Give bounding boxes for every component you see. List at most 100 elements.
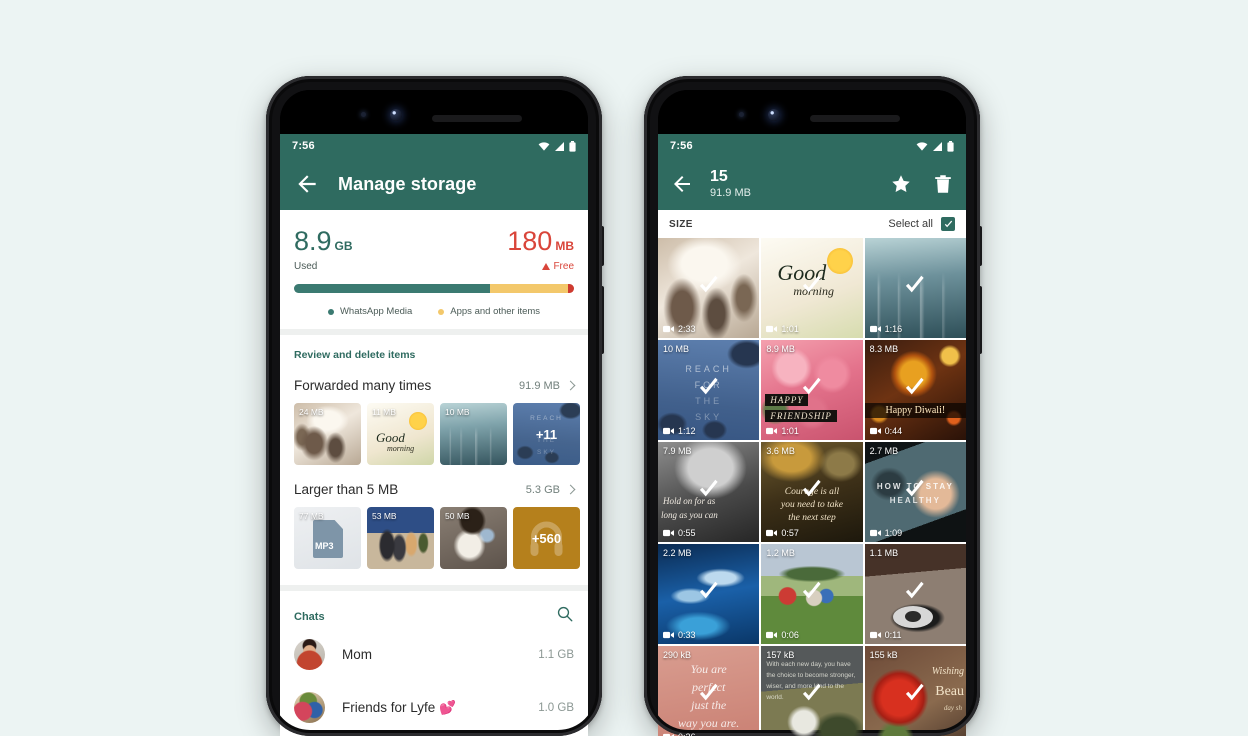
review-header: Review and delete items bbox=[294, 349, 416, 361]
media-duration-row: 1:01 bbox=[766, 426, 799, 436]
media-cell[interactable]: REACH FOR THE SKY 10 MB 1:12 bbox=[658, 340, 760, 440]
sensor-dot-icon bbox=[739, 112, 744, 117]
chats-header: Chats bbox=[294, 605, 574, 628]
media-cell[interactable]: HOW TO STAY HEALTHY 2.7 MB 1:09 bbox=[864, 442, 966, 542]
media-cell[interactable]: Courage is all you need to take the next s… bbox=[761, 442, 863, 542]
search-icon[interactable] bbox=[556, 605, 574, 628]
video-camera-icon bbox=[766, 427, 778, 435]
battery-icon bbox=[569, 140, 576, 152]
front-camera-icon bbox=[768, 109, 780, 121]
media-size: 10 MB bbox=[663, 344, 690, 354]
check-icon bbox=[696, 579, 722, 610]
selection-count: 15 bbox=[710, 168, 728, 186]
media-duration-row: 0:55 bbox=[663, 528, 696, 538]
media-cell[interactable]: Happy Diwali! 8.3 MB 0:44 bbox=[864, 340, 966, 440]
media-cell[interactable]: HAPPY FRIENDSHIP 8.9 MB 1:01 bbox=[761, 340, 863, 440]
legend-dot-icon bbox=[438, 308, 445, 315]
media-cell[interactable]: Wishing Beau day sh 155 kB bbox=[864, 646, 966, 736]
media-cell[interactable]: With each new day, you have the choice t… bbox=[761, 646, 863, 736]
chevron-right-icon bbox=[565, 380, 576, 391]
size-sort-bar: SIZE Select all bbox=[658, 210, 966, 238]
media-cell[interactable]: You are perfect just the way you are. 290 k… bbox=[658, 646, 760, 736]
chat-row-mom[interactable]: Mom 1.1 GB bbox=[294, 628, 574, 681]
media-duration-row: 1:16 bbox=[869, 324, 902, 334]
media-cell[interactable]: 2:33 bbox=[658, 238, 760, 338]
video-camera-icon bbox=[869, 631, 881, 639]
storage-bar-apps bbox=[490, 284, 569, 293]
used-value: 8.9 bbox=[294, 226, 332, 256]
section-size: 5.3 GB bbox=[525, 483, 560, 496]
media-cell[interactable]: Hold on for as long as you can 7.9 MB 0:… bbox=[658, 442, 760, 542]
section-larger-than-5mb[interactable]: Larger than 5 MB 5.3 GB bbox=[294, 482, 576, 497]
media-size: 2.7 MB bbox=[869, 446, 899, 456]
media-duration-row: 0:06 bbox=[766, 630, 799, 640]
media-cell[interactable]: 1.2 MB 0:06 bbox=[761, 544, 863, 644]
thumbnail[interactable]: 10 MB bbox=[440, 403, 507, 465]
phone-right-volume-button[interactable] bbox=[978, 286, 982, 354]
back-arrow-icon[interactable] bbox=[294, 171, 320, 197]
check-icon bbox=[799, 273, 825, 304]
storage-bar-free bbox=[568, 284, 574, 293]
thumbnail-size: 10 MB bbox=[445, 407, 470, 417]
media-duration-row: 1:12 bbox=[663, 426, 696, 436]
status-icon-group bbox=[538, 140, 576, 152]
media-cell[interactable]: 1.1 MB 0:11 bbox=[864, 544, 966, 644]
media-duration-row: 0:44 bbox=[869, 426, 902, 436]
video-camera-icon bbox=[766, 529, 778, 537]
used-label: Used bbox=[294, 261, 318, 272]
video-camera-icon bbox=[663, 325, 674, 333]
right-status-bar: 7:56 bbox=[658, 134, 966, 158]
storage-bar bbox=[294, 284, 574, 293]
selection-appbar: 15 91.9 MB bbox=[658, 158, 966, 210]
back-arrow-icon[interactable] bbox=[670, 172, 694, 196]
chat-row-friends[interactable]: Friends for Lyfe 💕 1.0 GB bbox=[294, 681, 574, 734]
media-cell[interactable]: 2.2 MB 0:33 bbox=[658, 544, 760, 644]
avatar bbox=[294, 692, 325, 723]
thumbnail-audio-file[interactable]: MP3 77 MB bbox=[294, 507, 361, 569]
media-duration-row: 0:36 bbox=[663, 732, 696, 736]
free-value: 180 bbox=[507, 226, 553, 256]
thumbnail[interactable]: 53 MB bbox=[367, 507, 434, 569]
video-camera-icon bbox=[663, 631, 674, 639]
check-icon bbox=[902, 477, 928, 508]
check-icon bbox=[902, 681, 928, 712]
thumbnail-more[interactable]: REACH THE SKY +11 bbox=[513, 403, 580, 465]
star-icon[interactable] bbox=[890, 173, 912, 195]
phone-left-power-button[interactable] bbox=[600, 226, 604, 266]
legend-dot-icon bbox=[327, 308, 334, 315]
review-and-delete-section: Review and delete items Forwarded many t… bbox=[280, 335, 588, 569]
signal-icon bbox=[554, 141, 565, 152]
section-forwarded-many-times[interactable]: Forwarded many times 91.9 MB bbox=[294, 378, 576, 393]
thumbnail[interactable]: Good morning 11 MB bbox=[367, 403, 434, 465]
video-camera-icon bbox=[869, 325, 881, 333]
media-duration-row: 0:11 bbox=[869, 630, 902, 640]
select-all-checkbox[interactable] bbox=[941, 217, 955, 231]
thumb-strip-larger: MP3 77 MB 53 MB 50 MB +560 bbox=[294, 507, 580, 569]
thumbnail-size: 11 MB bbox=[372, 407, 396, 417]
thumbnail-more[interactable]: +560 bbox=[513, 507, 580, 569]
check-icon bbox=[696, 477, 722, 508]
storage-used-block: 8.9 GB Used bbox=[294, 226, 353, 273]
trash-icon[interactable] bbox=[932, 173, 954, 195]
select-all-control[interactable]: Select all bbox=[888, 217, 955, 231]
phone-right-power-button[interactable] bbox=[978, 226, 982, 266]
used-unit: GB bbox=[334, 239, 353, 253]
chat-size: 1.0 GB bbox=[538, 701, 574, 714]
video-camera-icon bbox=[869, 529, 881, 537]
status-icon-group bbox=[916, 140, 954, 152]
thumbnail[interactable]: 50 MB bbox=[440, 507, 507, 569]
status-time: 7:56 bbox=[292, 140, 315, 152]
battery-icon bbox=[947, 140, 954, 152]
media-cell[interactable]: Good morning 1:01 bbox=[761, 238, 863, 338]
storage-free-block: 180 MB Free bbox=[507, 226, 574, 273]
media-cell[interactable]: 1:16 bbox=[864, 238, 966, 338]
thumbnail-size: 50 MB bbox=[445, 511, 470, 521]
phone-left-volume-button[interactable] bbox=[600, 286, 604, 354]
media-size: 290 kB bbox=[663, 650, 692, 660]
front-camera-icon bbox=[390, 109, 402, 121]
thumbnail[interactable]: 24 MB bbox=[294, 403, 361, 465]
selection-meta: 15 91.9 MB bbox=[710, 168, 870, 199]
left-status-bar: 7:56 bbox=[280, 134, 588, 158]
media-size: 1.2 MB bbox=[766, 548, 795, 558]
check-icon bbox=[799, 681, 825, 712]
